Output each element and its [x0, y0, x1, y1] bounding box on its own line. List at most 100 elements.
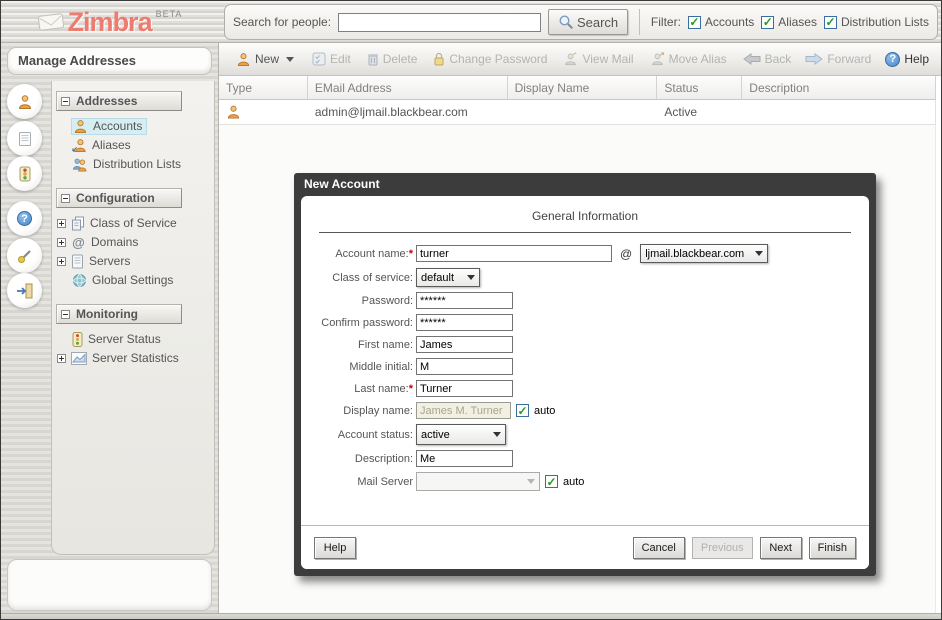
- display-name-label: Display name:: [301, 405, 413, 417]
- expand-icon[interactable]: [57, 257, 66, 266]
- person-icon: [17, 94, 33, 110]
- sidebar-item-domains[interactable]: @ Domains: [57, 234, 214, 250]
- finish-button[interactable]: Finish: [809, 537, 856, 559]
- domain-select[interactable]: ljmail.blackbear.com: [640, 244, 768, 263]
- rail-tools-button[interactable]: [7, 238, 42, 273]
- collapse-icon[interactable]: [61, 97, 70, 106]
- traffic-light-icon: [19, 166, 31, 182]
- table-row[interactable]: admin@ljmail.blackbear.com Active: [219, 100, 936, 125]
- column-header-email[interactable]: EMail Address: [308, 76, 508, 99]
- column-header-status[interactable]: Status: [657, 76, 742, 99]
- search-button[interactable]: Search: [548, 9, 628, 35]
- forward-button[interactable]: Forward: [798, 49, 878, 69]
- rail-configuration-button[interactable]: [7, 121, 42, 156]
- sidebar-item-server-status[interactable]: Server Status: [72, 331, 214, 347]
- account-name-input[interactable]: [416, 245, 612, 262]
- previous-button[interactable]: Previous: [692, 537, 753, 559]
- last-name-label: Last name:*: [301, 383, 413, 395]
- rail-logout-button[interactable]: [7, 273, 42, 308]
- forward-arrow-icon: [805, 53, 823, 65]
- alias-person-icon: [72, 138, 87, 153]
- first-name-label: First name:: [301, 339, 413, 351]
- servers-icon: [71, 254, 84, 269]
- view-mail-person-icon: [563, 52, 578, 66]
- dropdown-arrow-icon: [467, 275, 475, 280]
- sidebar-item-distribution-lists[interactable]: Distribution Lists: [72, 156, 214, 172]
- actions-toolbar: New Edit Delete C: [219, 43, 942, 76]
- chevron-down-icon[interactable]: [286, 57, 294, 62]
- row-status-cell: Active: [657, 100, 742, 124]
- collapse-icon[interactable]: [61, 310, 70, 319]
- account-status-select[interactable]: active: [416, 424, 506, 445]
- expand-icon[interactable]: [57, 219, 66, 228]
- dialog-help-button[interactable]: Help: [314, 537, 356, 559]
- view-mail-button[interactable]: View Mail: [556, 49, 640, 69]
- sidebar-item-global-settings[interactable]: Global Settings: [72, 272, 214, 288]
- account-name-row: Account name:* @ ljmail.blackbear.com: [301, 244, 869, 263]
- rail-monitoring-button[interactable]: [7, 156, 42, 191]
- account-status-value: active: [421, 429, 450, 441]
- back-button[interactable]: Back: [736, 49, 799, 69]
- column-header-display-name[interactable]: Display Name: [508, 76, 658, 99]
- new-button-label: New: [255, 52, 279, 66]
- rail-help-button[interactable]: ?: [7, 201, 42, 236]
- move-alias-button[interactable]: Move Alias: [643, 49, 734, 69]
- description-input[interactable]: [416, 450, 513, 467]
- forward-button-label: Forward: [827, 52, 871, 66]
- sidebar-item-servers[interactable]: Servers: [57, 253, 214, 269]
- help-icon: ?: [885, 52, 900, 67]
- dialog-titlebar[interactable]: New Account: [294, 173, 876, 196]
- sidebar-item-class-of-service[interactable]: Class of Service: [57, 215, 214, 231]
- display-name-auto-checkbox[interactable]: [516, 404, 529, 417]
- at-separator: @: [620, 247, 632, 261]
- expand-icon[interactable]: [57, 238, 66, 247]
- distribution-lists-checkbox[interactable]: [824, 16, 837, 29]
- filter-aliases: Aliases: [761, 15, 817, 29]
- rail-addresses-button[interactable]: [7, 84, 42, 119]
- accounts-checkbox[interactable]: [688, 16, 701, 29]
- first-name-input[interactable]: [416, 336, 513, 353]
- dropdown-arrow-icon: [755, 251, 763, 256]
- column-header-type[interactable]: Type: [219, 76, 308, 99]
- column-header-description[interactable]: Description: [742, 76, 935, 99]
- aliases-checkbox[interactable]: [761, 16, 774, 29]
- confirm-password-input[interactable]: [416, 314, 513, 331]
- mail-server-auto-checkbox[interactable]: [545, 475, 558, 488]
- next-button[interactable]: Next: [760, 537, 802, 559]
- description-row: Description:: [301, 450, 869, 467]
- new-account-dialog: New Account General Information Account …: [294, 173, 876, 576]
- middle-initial-label: Middle initial:: [301, 361, 413, 373]
- class-of-service-icon: [71, 216, 85, 231]
- sidebar-item-aliases[interactable]: Aliases: [72, 137, 214, 153]
- selected-highlight: Accounts: [72, 119, 146, 134]
- distribution-lists-checkbox-label: Distribution Lists: [841, 15, 929, 29]
- password-input[interactable]: [416, 292, 513, 309]
- new-button[interactable]: New: [229, 49, 301, 70]
- account-name-label: Account name:*: [301, 248, 413, 260]
- cancel-button[interactable]: Cancel: [633, 537, 685, 559]
- class-of-service-row: Class of service: default: [301, 268, 869, 287]
- sidebar-item-label: Server Status: [88, 332, 161, 346]
- toolbar-right-group: Back Forward ? Help: [736, 49, 936, 70]
- collapse-icon[interactable]: [61, 194, 70, 203]
- tree-section-monitoring[interactable]: Monitoring: [56, 304, 182, 324]
- tree-section-addresses[interactable]: Addresses: [56, 91, 182, 111]
- edit-button[interactable]: Edit: [305, 49, 358, 69]
- class-of-service-select[interactable]: default: [416, 268, 480, 287]
- change-password-button[interactable]: Change Password: [426, 49, 554, 69]
- middle-initial-input[interactable]: [416, 358, 513, 375]
- help-icon: ?: [17, 211, 32, 226]
- overview-panel-title: Manage Addresses: [7, 47, 212, 75]
- sidebar-item-server-statistics[interactable]: Server Statistics: [57, 350, 214, 366]
- search-input[interactable]: [338, 13, 541, 32]
- expand-icon[interactable]: [57, 354, 66, 363]
- domain-select-value: ljmail.blackbear.com: [645, 248, 744, 260]
- tree-section-configuration[interactable]: Configuration: [56, 188, 182, 208]
- help-button[interactable]: ? Help: [878, 49, 936, 70]
- aliases-checkbox-label: Aliases: [778, 15, 817, 29]
- search-label: Search for people:: [233, 15, 331, 29]
- delete-button[interactable]: Delete: [360, 49, 425, 69]
- row-description-cell: [742, 100, 935, 124]
- last-name-input[interactable]: [416, 380, 513, 397]
- sidebar-item-accounts[interactable]: Accounts: [72, 118, 214, 134]
